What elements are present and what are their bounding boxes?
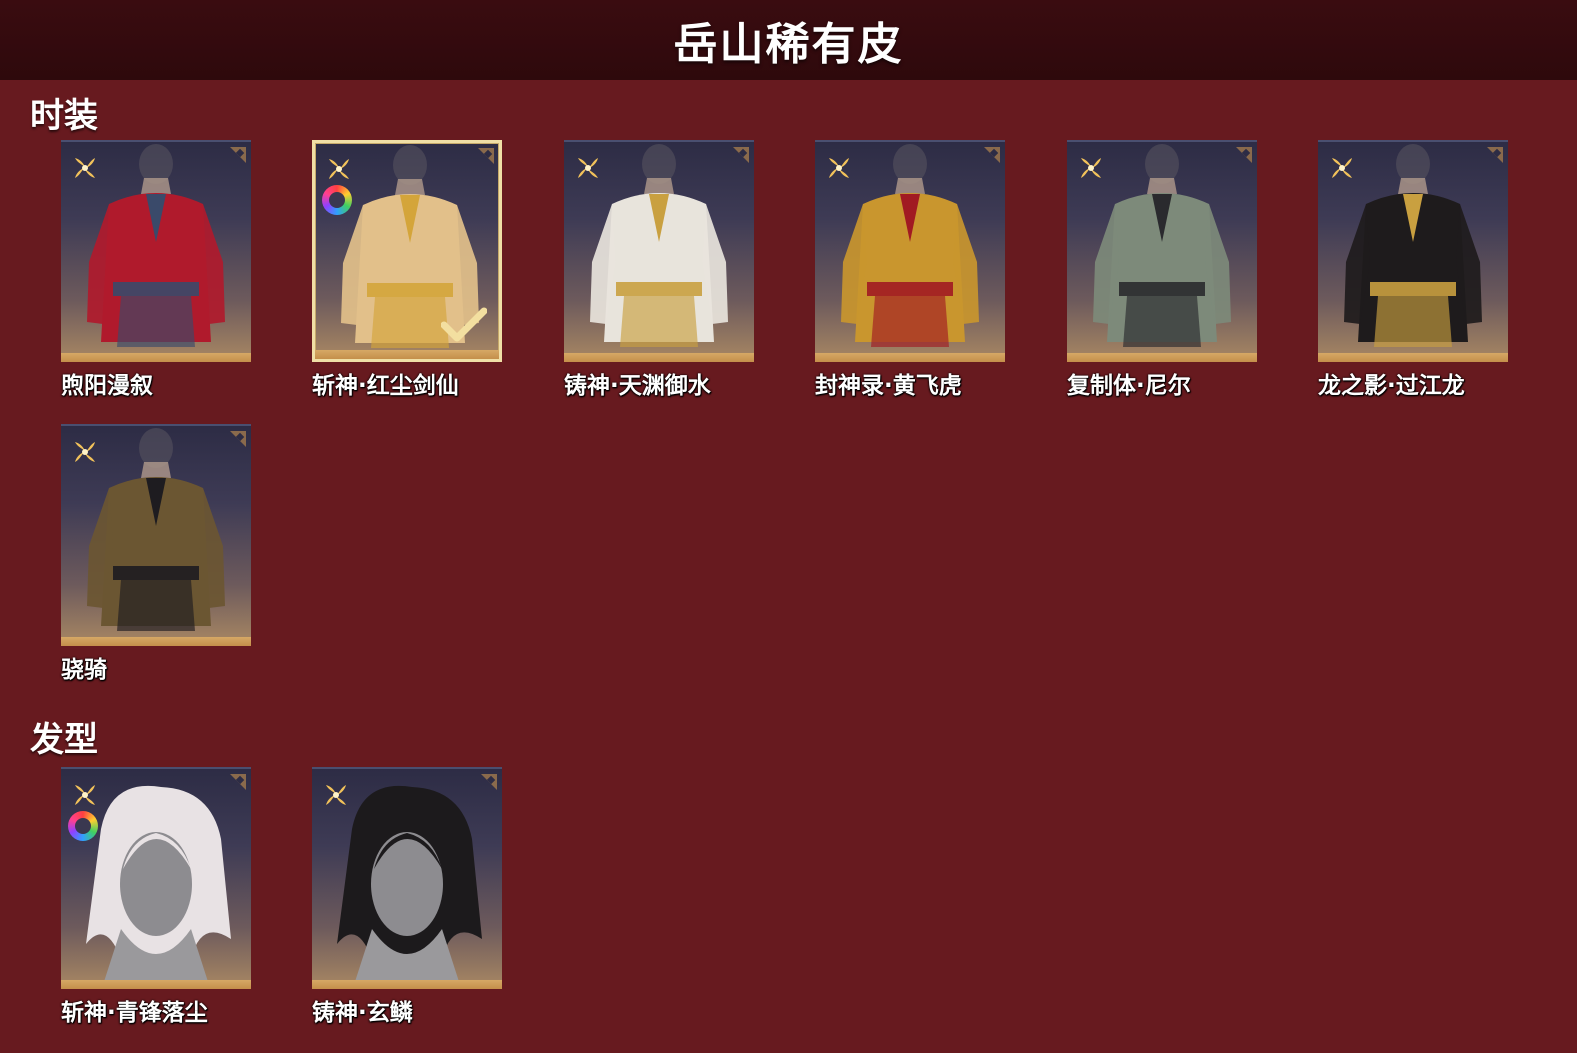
rarity-flower-icon <box>71 781 99 809</box>
skin-name-label: 复制体·尼尔 <box>1067 373 1191 399</box>
dye-color-icon <box>68 811 98 841</box>
skin-name-label: 骁骑 <box>61 657 107 683</box>
section-title-hairstyles: 发型 <box>30 720 98 760</box>
rarity-flower-icon <box>574 154 602 182</box>
dye-color-icon <box>322 185 352 215</box>
skin-thumbnail[interactable] <box>815 140 1005 362</box>
rarity-bar <box>1318 353 1508 362</box>
skin-name-label: 斩神·青锋落尘 <box>61 1000 208 1026</box>
skin-thumbnail[interactable] <box>61 140 251 362</box>
rarity-bar <box>815 353 1005 362</box>
rarity-bar <box>1067 353 1257 362</box>
outfit-card[interactable]: 铸神·天渊御水 <box>564 140 754 399</box>
rarity-flower-icon <box>1328 154 1356 182</box>
skin-thumbnail[interactable] <box>312 767 502 989</box>
skin-name-label: 铸神·天渊御水 <box>564 373 711 399</box>
page-title: 岳山稀有皮 <box>673 19 904 70</box>
outfit-card[interactable]: 斩神·红尘剑仙 <box>312 140 502 399</box>
skin-thumbnail[interactable] <box>1067 140 1257 362</box>
rarity-bar <box>61 353 251 362</box>
rarity-bar <box>61 980 251 989</box>
rarity-flower-icon <box>71 438 99 466</box>
rarity-bar <box>564 353 754 362</box>
hairstyle-card[interactable]: 铸神·玄鳞 <box>312 767 502 1026</box>
skin-name-label: 煦阳漫叙 <box>61 373 153 399</box>
hairstyle-card[interactable]: 斩神·青锋落尘 <box>61 767 251 1026</box>
rarity-bar <box>61 637 251 646</box>
rarity-flower-icon <box>71 154 99 182</box>
outfit-card[interactable]: 骁骑 <box>61 424 251 683</box>
skin-name-label: 斩神·红尘剑仙 <box>312 373 459 399</box>
section-title-outfits: 时装 <box>30 96 98 136</box>
rarity-flower-icon <box>825 154 853 182</box>
rarity-bar <box>315 350 499 359</box>
rarity-flower-icon <box>322 781 350 809</box>
outfit-card[interactable]: 龙之影·过江龙 <box>1318 140 1508 399</box>
rarity-flower-icon <box>325 155 353 183</box>
outfit-card[interactable]: 封神录·黄飞虎 <box>815 140 1005 399</box>
skin-thumbnail[interactable] <box>1318 140 1508 362</box>
rarity-flower-icon <box>1077 154 1105 182</box>
rarity-bar <box>312 980 502 989</box>
skin-name-label: 铸神·玄鳞 <box>312 1000 413 1026</box>
skin-name-label: 封神录·黄飞虎 <box>815 373 962 399</box>
outfit-card[interactable]: 复制体·尼尔 <box>1067 140 1257 399</box>
skin-thumbnail[interactable] <box>61 767 251 989</box>
page-header: 岳山稀有皮 <box>0 0 1577 80</box>
checkmark-icon <box>440 307 488 343</box>
skin-thumbnail[interactable] <box>312 140 502 362</box>
outfit-card[interactable]: 煦阳漫叙 <box>61 140 251 399</box>
skin-name-label: 龙之影·过江龙 <box>1318 373 1465 399</box>
skin-thumbnail[interactable] <box>564 140 754 362</box>
skin-thumbnail[interactable] <box>61 424 251 646</box>
